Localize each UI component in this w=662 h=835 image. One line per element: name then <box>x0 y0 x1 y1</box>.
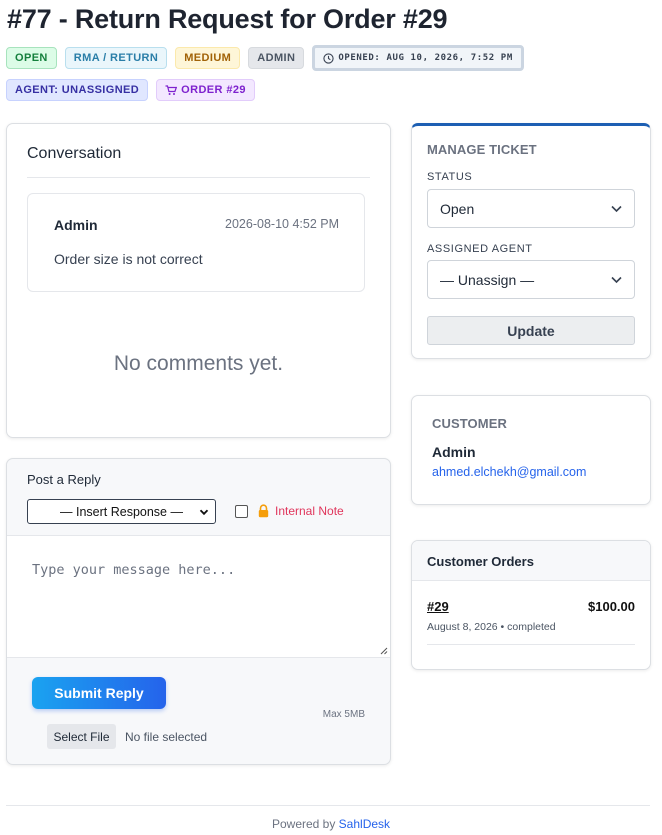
agent-value: — Unassign — <box>440 271 535 288</box>
manage-title: MANAGE TICKET <box>427 142 537 157</box>
order-meta: August 8, 2026 • completed <box>427 621 556 633</box>
file-status: No file selected <box>125 730 208 744</box>
order-total: $100.00 <box>588 599 635 614</box>
cart-icon <box>165 84 178 95</box>
order-link[interactable]: #29 <box>427 599 449 614</box>
lock-icon <box>258 504 269 518</box>
conversation-title: Conversation <box>27 145 122 162</box>
conversation-card: Conversation Admin 2026-08-10 4:52 PM Or… <box>6 123 391 438</box>
agent-label: ASSIGNED AGENT <box>427 243 533 255</box>
internal-note-label[interactable]: Internal Note <box>275 504 344 518</box>
opened-text: OPENED: AUG 10, 2026, 7:52 PM <box>338 53 513 63</box>
message-placeholder: Type your message here... <box>32 562 236 578</box>
chevron-down-icon <box>199 509 209 516</box>
badge-row: OPEN RMA / RETURN MEDIUM ADMIN OPENED: A… <box>6 45 656 101</box>
footer-divider <box>6 805 650 806</box>
clock-icon <box>323 52 334 64</box>
status-label: STATUS <box>427 171 473 183</box>
category-badge: RMA / RETURN <box>64 47 168 69</box>
agent-select[interactable]: — Unassign — <box>427 260 635 299</box>
message-item: Admin 2026-08-10 4:52 PM Order size is n… <box>27 193 365 292</box>
status-select[interactable]: Open <box>427 189 635 228</box>
order-badge-text: ORDER #29 <box>181 84 246 96</box>
resize-grip-icon[interactable] <box>380 647 388 655</box>
chevron-down-icon <box>611 205 622 213</box>
message-author: Admin <box>54 217 98 233</box>
agent-badge: AGENT: UNASSIGNED <box>6 79 149 101</box>
message-body: Order size is not correct <box>54 251 203 267</box>
divider <box>27 177 370 178</box>
page-title: #77 - Return Request for Order #29 <box>7 4 448 34</box>
max-size-note: Max 5MB <box>322 709 365 720</box>
brand-link[interactable]: SahlDesk <box>339 817 390 831</box>
priority-badge: MEDIUM <box>175 47 241 69</box>
chevron-down-icon <box>611 276 622 284</box>
empty-comments-text: No comments yet. <box>113 352 284 375</box>
reply-title: Post a Reply <box>27 472 101 487</box>
orders-title: Customer Orders <box>427 554 534 569</box>
customer-orders-card: Customer Orders #29 $100.00 August 8, 20… <box>411 540 651 670</box>
footer-prefix: Powered by <box>271 817 339 831</box>
message-date: 2026-08-10 4:52 PM <box>225 217 339 231</box>
divider <box>427 644 635 645</box>
footer: Powered by SahlDesk <box>0 817 662 831</box>
internal-note-checkbox[interactable] <box>235 505 248 518</box>
opened-badge: OPENED: AUG 10, 2026, 7:52 PM <box>312 45 524 71</box>
insert-response-select[interactable]: — Insert Response — <box>27 499 216 524</box>
customer-title: CUSTOMER <box>432 416 507 431</box>
submit-reply-button[interactable]: Submit Reply <box>32 677 166 709</box>
customer-email-link[interactable]: ahmed.elchekh@gmail.com <box>432 465 586 479</box>
source-badge: ADMIN <box>248 47 305 69</box>
customer-card: CUSTOMER Admin ahmed.elchekh@gmail.com <box>411 395 651 505</box>
reply-card: Post a Reply — Insert Response — Interna… <box>6 458 391 765</box>
update-button[interactable]: Update <box>427 316 635 345</box>
status-badge: OPEN <box>6 47 57 69</box>
order-badge[interactable]: ORDER #29 <box>156 79 255 101</box>
insert-response-value: — Insert Response — <box>60 504 183 519</box>
customer-name: Admin <box>432 444 476 460</box>
select-file-button[interactable]: Select File <box>47 724 116 749</box>
orders-header: Customer Orders <box>412 541 650 581</box>
message-textarea[interactable]: Type your message here... <box>7 535 390 658</box>
status-value: Open <box>440 200 475 217</box>
manage-ticket-card: MANAGE TICKET STATUS Open ASSIGNED AGENT… <box>411 123 651 359</box>
